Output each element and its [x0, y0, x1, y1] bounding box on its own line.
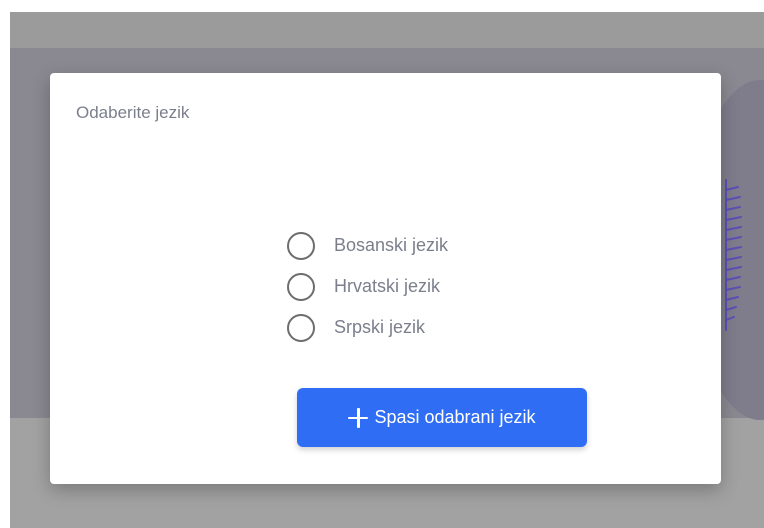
save-language-button[interactable]: Spasi odabrani jezik — [297, 388, 587, 447]
background-top-bar — [10, 12, 764, 48]
save-button-label: Spasi odabrani jezik — [374, 407, 536, 427]
radio-button-icon[interactable] — [287, 231, 315, 260]
radio-label: Srpski jezik — [334, 317, 426, 337]
language-select-modal: Odaberite jezik Bosanski jezik Hrvatski … — [50, 73, 721, 484]
radio-label: Bosanski jezik — [334, 235, 449, 255]
radio-button-icon[interactable] — [287, 272, 315, 301]
radio-option-srpski[interactable]: Srpski jezik — [287, 307, 448, 348]
page: Odaberite jezik Bosanski jezik Hrvatski … — [0, 0, 764, 528]
plus-icon — [348, 407, 369, 428]
radio-option-bosanski[interactable]: Bosanski jezik — [287, 225, 448, 266]
radio-button-icon[interactable] — [287, 313, 315, 342]
radio-option-hrvatski[interactable]: Hrvatski jezik — [287, 266, 448, 307]
radio-label: Hrvatski jezik — [334, 276, 441, 296]
modal-title: Odaberite jezik — [76, 103, 190, 122]
language-radio-group: Bosanski jezik Hrvatski jezik Srpski jez… — [287, 225, 448, 348]
